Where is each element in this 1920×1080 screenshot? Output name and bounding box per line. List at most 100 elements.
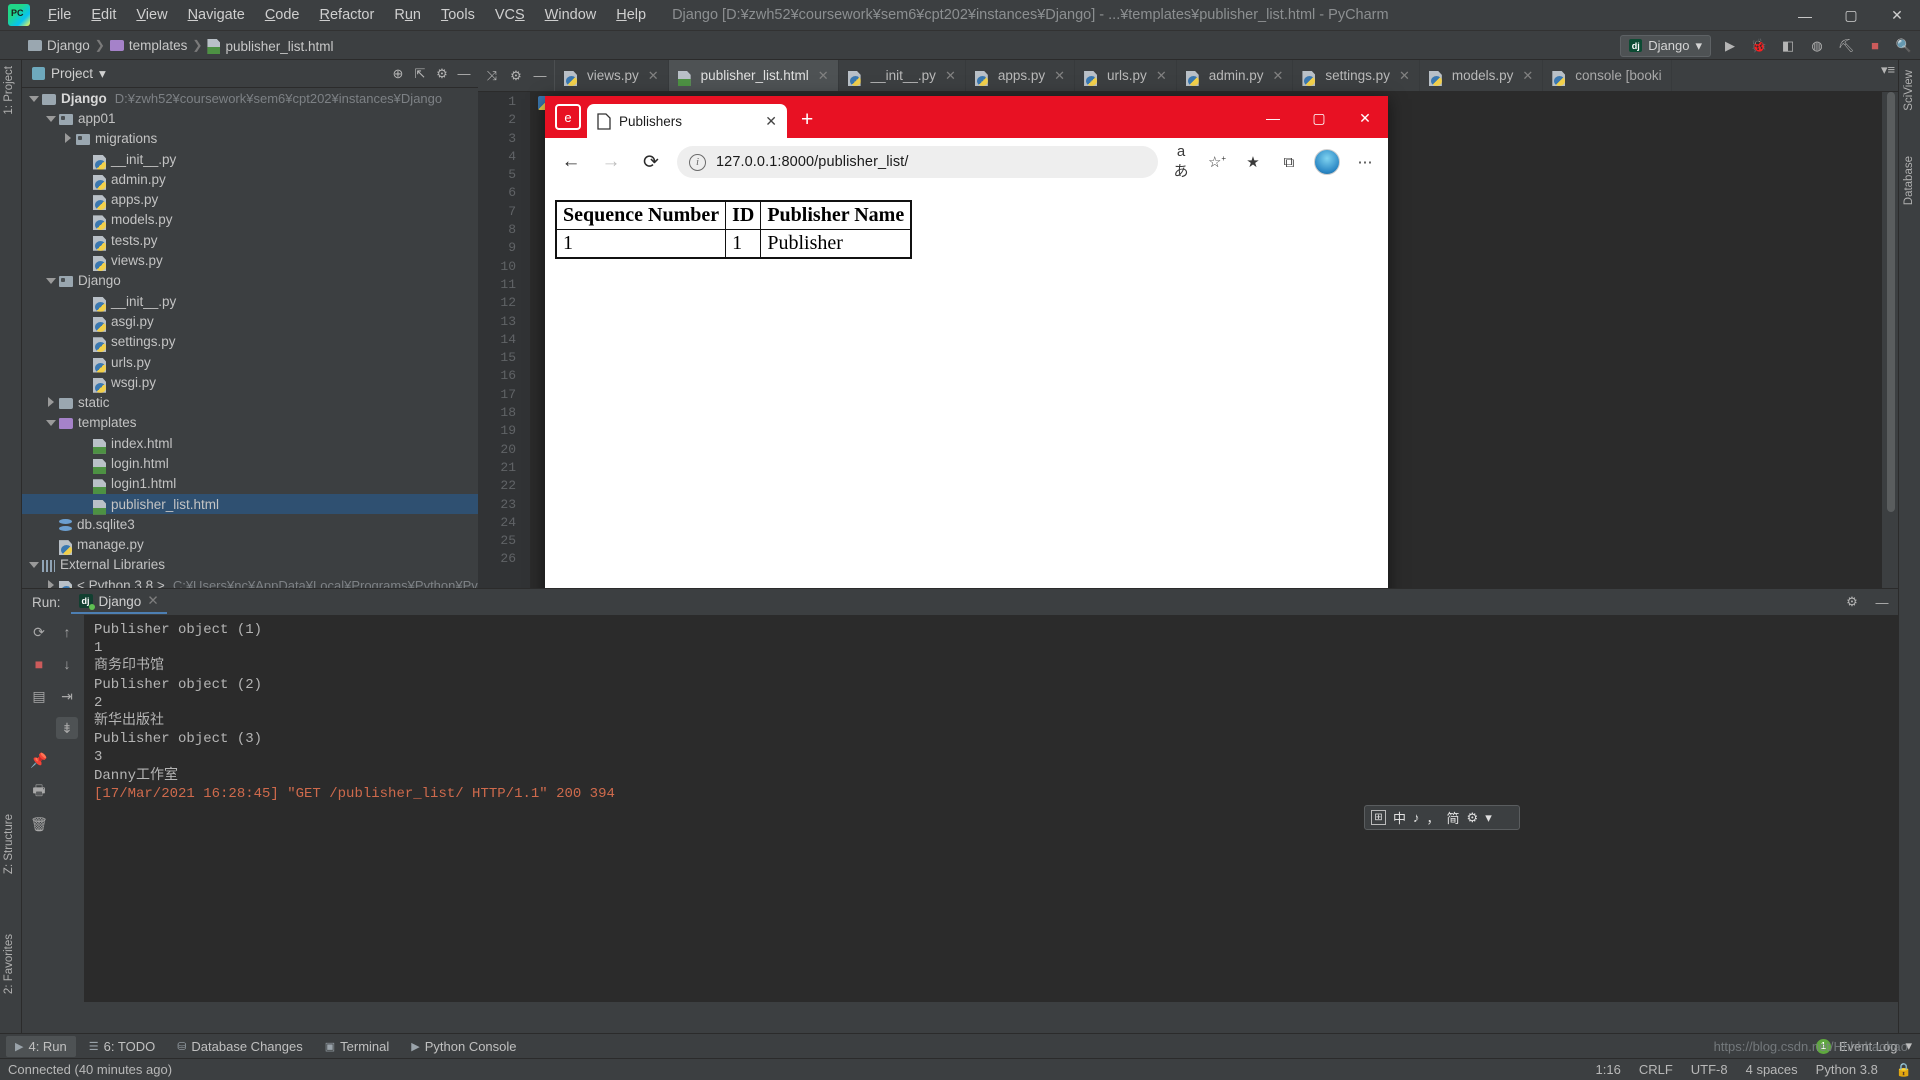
- editor-tab-models-py[interactable]: models.py ✕: [1419, 60, 1544, 91]
- ime-mode[interactable]: 简: [1447, 808, 1460, 827]
- tool-tab-sciview[interactable]: SciView: [1900, 64, 1918, 117]
- soft-wrap-icon[interactable]: ⇥: [56, 685, 78, 707]
- indent-setting[interactable]: 4 spaces: [1746, 1062, 1798, 1077]
- tree-item[interactable]: login1.html: [22, 474, 478, 495]
- chevron-down-icon[interactable]: [28, 559, 39, 570]
- search-icon[interactable]: 🔍: [1894, 36, 1914, 56]
- new-tab-button[interactable]: +: [801, 108, 813, 132]
- close-icon[interactable]: ✕: [648, 68, 659, 84]
- hide-panel-icon[interactable]: —: [454, 64, 474, 84]
- forward-button[interactable]: →: [597, 148, 625, 176]
- tree-item[interactable]: migrations: [22, 129, 478, 149]
- ime-language[interactable]: 中: [1393, 808, 1406, 827]
- menu-item-tools[interactable]: Tools: [431, 3, 485, 27]
- close-icon[interactable]: ✕: [1273, 68, 1284, 84]
- scroll-to-end-icon[interactable]: ⇟: [56, 717, 78, 739]
- close-icon[interactable]: ✕: [1399, 68, 1410, 84]
- tree-item[interactable]: admin.py: [22, 169, 478, 190]
- project-tree[interactable]: Django D:¥zwh52¥coursework¥sem6¥cpt202¥in…: [22, 88, 478, 588]
- expand-icon[interactable]: ⤨: [482, 66, 502, 86]
- editor-scrollbar[interactable]: [1884, 92, 1898, 588]
- bottom-tab-python-console[interactable]: ▶ Python Console: [402, 1036, 525, 1057]
- close-icon[interactable]: ✕: [765, 113, 777, 130]
- tool-tab-database[interactable]: Database: [1900, 150, 1918, 211]
- chevron-down-icon[interactable]: [45, 113, 56, 124]
- tree-item[interactable]: models.py: [22, 210, 478, 231]
- browser-close-button[interactable]: ✕: [1342, 102, 1388, 134]
- run-console-output[interactable]: Publisher object (1) 1 商务印书馆 Publisher obje…: [84, 615, 1898, 1002]
- tool-tab-favorites[interactable]: 2: Favorites: [0, 928, 18, 1000]
- locate-icon[interactable]: ⊕: [388, 64, 408, 84]
- browser-minimize-button[interactable]: —: [1250, 102, 1296, 134]
- tree-item[interactable]: Django: [22, 271, 478, 291]
- menu-item-edit[interactable]: Edit: [81, 3, 126, 27]
- tree-item[interactable]: settings.py: [22, 332, 478, 353]
- tree-item[interactable]: Django D:¥zwh52¥coursework¥sem6¥cpt202¥in…: [22, 88, 478, 108]
- hide-panel-icon[interactable]: —: [1872, 592, 1892, 612]
- chevron-down-icon[interactable]: [45, 275, 56, 286]
- menu-item-file[interactable]: File: [38, 3, 81, 27]
- editor-tab--init-py[interactable]: __init__.py ✕: [838, 60, 966, 91]
- breadcrumb-item-publisher-list[interactable]: publisher_list.html: [207, 36, 333, 54]
- tree-item[interactable]: manage.py: [22, 535, 478, 556]
- line-separator[interactable]: CRLF: [1639, 1062, 1673, 1077]
- site-info-icon[interactable]: i: [689, 153, 706, 171]
- editor-tab-urls-py[interactable]: urls.py ✕: [1075, 60, 1177, 91]
- immersive-reader-icon[interactable]: ☆+: [1206, 153, 1228, 171]
- close-icon[interactable]: ✕: [1054, 68, 1065, 84]
- editor-tab-console[interactable]: console [booki: [1543, 60, 1672, 91]
- collapse-all-icon[interactable]: ⇱: [410, 64, 430, 84]
- settings-icon[interactable]: ⚙: [506, 66, 526, 86]
- chevron-down-icon[interactable]: [45, 417, 56, 428]
- scrollbar-thumb[interactable]: [1887, 92, 1895, 512]
- scroll-down-icon[interactable]: ↓: [56, 653, 78, 675]
- ime-punctuation[interactable]: ，: [1427, 808, 1440, 827]
- tree-item[interactable]: login.html: [22, 453, 478, 474]
- close-button[interactable]: ✕: [1874, 0, 1920, 31]
- rerun-icon[interactable]: ⟳: [28, 621, 50, 643]
- caret-position[interactable]: 1:16: [1596, 1062, 1621, 1077]
- tree-item[interactable]: index.html: [22, 433, 478, 454]
- chevron-right-icon[interactable]: [62, 133, 73, 144]
- breadcrumb-item-templates[interactable]: templates: [109, 38, 187, 53]
- build-icon[interactable]: ⛏: [1836, 36, 1856, 56]
- layout-icon[interactable]: ▤: [28, 685, 50, 707]
- tree-item[interactable]: wsgi.py: [22, 372, 478, 393]
- menu-item-help[interactable]: Help: [606, 3, 656, 27]
- menu-item-code[interactable]: Code: [255, 3, 310, 27]
- coverage-icon[interactable]: ◧: [1778, 36, 1798, 56]
- profile-icon[interactable]: ◍: [1807, 36, 1827, 56]
- trash-icon[interactable]: 🗑: [28, 813, 50, 835]
- editor-tab-admin-py[interactable]: admin.py ✕: [1176, 60, 1294, 91]
- tab-overflow-icon[interactable]: ▾≡: [1878, 60, 1898, 80]
- bottom-tab-database-changes[interactable]: ⛁ Database Changes: [168, 1036, 312, 1057]
- run-tab-django[interactable]: dj Django ✕: [70, 590, 167, 614]
- tool-tab-structure[interactable]: Z: Structure: [0, 808, 18, 880]
- project-panel-title[interactable]: Project ▾: [32, 66, 106, 82]
- tree-item[interactable]: __init__.py: [22, 149, 478, 170]
- editor-tab-apps-py[interactable]: apps.py ✕: [965, 60, 1076, 91]
- close-icon[interactable]: ✕: [147, 593, 158, 609]
- run-configuration-selector[interactable]: dj Django ▾: [1620, 34, 1711, 57]
- tree-item[interactable]: urls.py: [22, 352, 478, 373]
- close-icon[interactable]: ✕: [1522, 68, 1533, 84]
- settings-icon[interactable]: ⚙: [1842, 592, 1862, 612]
- tree-item[interactable]: publisher_list.html: [22, 493, 478, 515]
- menu-item-vcs[interactable]: VCS: [485, 3, 535, 27]
- python-interpreter[interactable]: Python 3.8: [1816, 1062, 1878, 1077]
- chevron-down-icon[interactable]: [28, 93, 39, 104]
- avatar[interactable]: [1314, 149, 1340, 175]
- tool-tab-project[interactable]: 1: Project: [0, 60, 18, 121]
- read-aloud-icon[interactable]: aあ: [1170, 143, 1192, 181]
- collections-icon[interactable]: ⧉: [1278, 154, 1300, 171]
- bottom-tab-terminal[interactable]: ▣ Terminal: [316, 1036, 399, 1057]
- run-icon[interactable]: ▶: [1720, 36, 1740, 56]
- hide-icon[interactable]: —: [530, 66, 550, 86]
- tree-item[interactable]: tests.py: [22, 230, 478, 251]
- ime-toolbar[interactable]: ⊞ 中 ♪ ， 简 ⚙ ▾: [1364, 805, 1520, 830]
- menu-item-view[interactable]: View: [126, 3, 177, 27]
- close-icon[interactable]: ✕: [945, 68, 956, 84]
- tree-item[interactable]: db.sqlite3: [22, 514, 478, 534]
- file-encoding[interactable]: UTF-8: [1691, 1062, 1728, 1077]
- pin-icon[interactable]: 📌: [28, 749, 50, 771]
